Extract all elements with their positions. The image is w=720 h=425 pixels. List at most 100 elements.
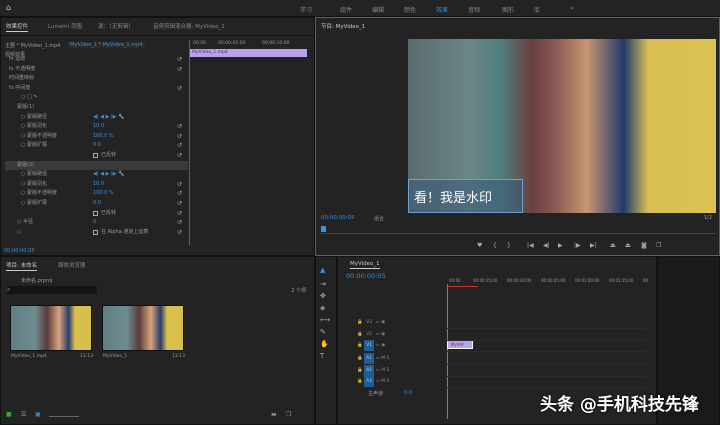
workspace-tab[interactable]: 编辑 — [372, 5, 384, 14]
new-bin-icon[interactable]: ▬ — [271, 411, 277, 418]
workspace-tab[interactable]: 库 — [534, 5, 540, 14]
tab-media-browser[interactable]: 媒体浏览器 — [58, 261, 86, 269]
step-forward-icon[interactable]: |▶ — [574, 242, 581, 249]
effect-row-value[interactable]: ◀| ◀ ▶ |▶ 🔧 — [93, 113, 124, 122]
reset-icon[interactable]: ↺ — [177, 189, 182, 198]
tab-effect-panel[interactable]: Lumetri 范围 — [48, 22, 82, 30]
effect-row[interactable]: ○ 蒙版不透明度 100.0 % ↺ — [5, 189, 188, 198]
track-target[interactable]: A2 — [364, 365, 375, 376]
extract-icon[interactable]: ⏏ — [625, 242, 631, 249]
mark-in-icon[interactable]: { — [493, 242, 497, 249]
compare-icon[interactable]: ❐ — [656, 242, 661, 249]
effect-row[interactable]: ○ 蒙版羽化 10.0 ↺ — [5, 180, 188, 189]
new-item-icon[interactable]: ❐ — [286, 411, 291, 418]
effect-row[interactable]: fx 运动 ↺ — [5, 55, 188, 64]
effect-row-value[interactable]: 已反转 — [101, 209, 116, 218]
reset-icon[interactable]: ↺ — [177, 228, 182, 237]
program-timecode[interactable]: 00:00:00:05 — [321, 215, 355, 221]
reset-icon[interactable]: ↺ — [177, 141, 182, 150]
home-icon[interactable]: ⌂ — [6, 3, 11, 12]
mute-icon[interactable]: M S — [381, 356, 389, 361]
timeline-timecode[interactable]: 00:00:00:05 — [346, 272, 386, 280]
effect-row[interactable]: ○ 在 Alpha 通道上运算 ↺ — [5, 228, 188, 237]
track-header[interactable]: 🔒 V3 ▭ ◉ — [357, 317, 445, 328]
workspace-tab[interactable]: 学习 — [300, 5, 312, 14]
lock-icon[interactable]: 🔒 — [357, 356, 363, 361]
lock-icon[interactable]: ■ — [6, 411, 12, 418]
tab-effect-panel[interactable]: 效果控件 — [6, 22, 29, 32]
track-header[interactable]: 🔒 V1 ▭ ◉ — [357, 340, 445, 351]
lock-icon[interactable]: 🔒 — [357, 343, 363, 348]
checkbox[interactable] — [93, 153, 98, 158]
effect-row[interactable]: fx 中间值 ↺ — [5, 84, 188, 93]
track-target[interactable]: A1 — [364, 353, 375, 364]
workspace-tab[interactable]: 效果 — [436, 5, 448, 14]
selection-tool-icon[interactable]: ▲ — [320, 266, 325, 274]
track-header[interactable]: 🔒 V2 ▭ ◉ — [357, 329, 445, 340]
effect-row-value[interactable]: 100.0 % — [93, 189, 114, 198]
tab-effect-panel[interactable]: 源：（无剪辑） — [98, 22, 134, 30]
workspace-tab[interactable]: 组件 — [340, 5, 352, 14]
effect-row[interactable]: ○ 蒙版扩展 0.0 ↺ — [5, 199, 188, 208]
workspace-tab[interactable]: 图形 — [502, 5, 514, 14]
track-target[interactable]: V2 — [364, 329, 374, 340]
clip-select[interactable]: MyVideo_1 * MyVideo_1.mp4 — [67, 42, 146, 48]
track-header[interactable]: 🔒 A3 ▭ M S — [357, 376, 445, 387]
sync-icon[interactable]: ▭ — [375, 356, 379, 361]
track-header[interactable]: 🔒 A2 ▭ M S — [357, 365, 445, 376]
master-value[interactable]: 0.0 — [404, 390, 412, 396]
sync-icon[interactable]: ▭ — [375, 368, 379, 373]
sync-icon[interactable]: ▭ — [375, 332, 379, 337]
effect-row-value[interactable]: 0.0 — [93, 199, 101, 208]
reset-icon[interactable]: ↺ — [177, 151, 182, 160]
effect-row[interactable]: ○ 蒙版路径 ◀| ◀ ▶ |▶ 🔧 — [5, 113, 188, 122]
effect-row-value[interactable]: 10.0 — [93, 122, 104, 131]
zoom-slider[interactable] — [49, 416, 79, 417]
sync-icon[interactable]: ▭ — [375, 320, 379, 325]
timeline-clip[interactable]: MyVid — [447, 340, 473, 349]
effect-row-value[interactable]: 0 — [93, 218, 96, 227]
fit-select[interactable]: 适合 — [374, 215, 384, 222]
export-frame-icon[interactable]: ◙ — [641, 242, 647, 249]
resolution-select[interactable]: 1/2 — [704, 215, 712, 221]
media-thumbnail[interactable] — [10, 305, 92, 351]
reset-icon[interactable]: ↺ — [177, 180, 182, 189]
tab-effect-panel[interactable]: 音频剪辑混合器: MyVideo_1 — [153, 22, 225, 30]
sync-icon[interactable]: ▭ — [375, 379, 379, 384]
marker-icon[interactable]: ♥ — [477, 242, 482, 249]
mute-icon[interactable]: M S — [381, 368, 389, 373]
track-header[interactable]: 🔒 A1 ▭ M S — [357, 353, 445, 364]
reset-icon[interactable]: ↺ — [177, 209, 182, 218]
track-target[interactable]: V3 — [364, 317, 374, 328]
mute-icon[interactable]: M S — [381, 379, 389, 384]
track-target[interactable]: V1 — [364, 340, 375, 351]
reset-icon[interactable]: ↺ — [177, 122, 182, 131]
effect-row[interactable]: ○ 蒙版路径 ◀| ◀ ▶ |▶ 🔧 — [5, 170, 188, 179]
track-target[interactable]: A3 — [364, 376, 375, 387]
effect-row[interactable]: ○ 蒙版不透明度 100.0 % ↺ — [5, 132, 188, 141]
reset-icon[interactable]: ↺ — [177, 132, 182, 141]
tab-project[interactable]: 项目: 未命名 — [6, 261, 38, 271]
effect-row[interactable]: ○ □ ✎ — [5, 93, 188, 102]
effect-row[interactable]: 已反转 ↺ — [5, 151, 188, 160]
workspace-tab[interactable]: 音频 — [468, 5, 480, 14]
reset-icon[interactable]: ↺ — [177, 218, 182, 227]
reset-icon[interactable]: ↺ — [177, 55, 182, 64]
list-view-icon[interactable]: ☰ — [21, 411, 26, 418]
effect-row-value[interactable]: 已反转 — [101, 151, 116, 160]
watermark-text[interactable]: 看！我是水印 — [414, 187, 492, 206]
media-thumbnail[interactable] — [102, 305, 184, 351]
lock-icon[interactable]: 🔒 — [357, 320, 363, 325]
effect-row-value[interactable]: 100.0 % — [93, 132, 114, 141]
lock-icon[interactable]: 🔒 — [357, 379, 363, 384]
hand-icon[interactable]: ✋ — [320, 340, 329, 348]
lock-icon[interactable]: 🔒 — [357, 332, 363, 337]
lift-icon[interactable]: ⏏ — [610, 242, 616, 249]
reset-icon[interactable]: ↺ — [177, 199, 182, 208]
more-workspaces-icon[interactable]: » — [570, 5, 574, 12]
play-icon[interactable]: ▶ — [558, 242, 563, 249]
effect-row[interactable]: 蒙版(1) — [5, 103, 188, 112]
clip-bar[interactable]: MyVideo_1.mp4 — [190, 49, 307, 57]
go-to-in-icon[interactable]: |◀ — [527, 242, 534, 249]
ec-timecode[interactable]: 00:00:00:05 — [4, 248, 35, 254]
